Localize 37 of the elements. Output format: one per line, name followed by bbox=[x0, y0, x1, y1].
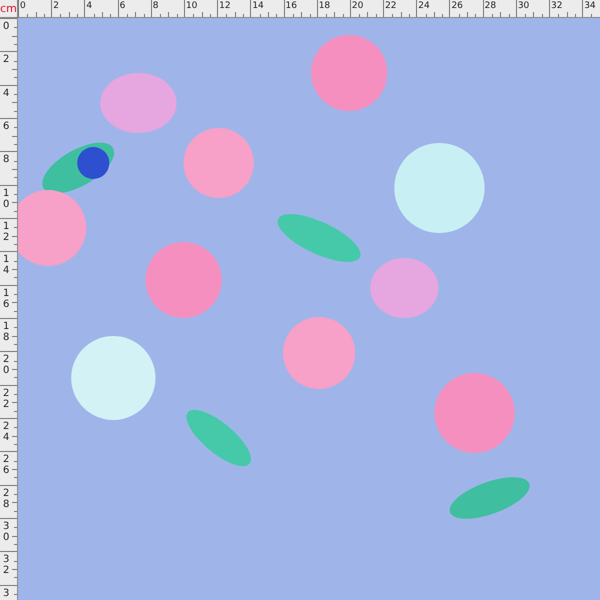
ruler-label: 16 bbox=[3, 288, 10, 310]
ruler-label: 26 bbox=[3, 454, 10, 476]
ruler-label: 20 bbox=[350, 0, 364, 12]
ruler-label: 2 bbox=[3, 54, 10, 66]
ruler-label: 22 bbox=[3, 388, 10, 410]
ruler-label: 12 bbox=[218, 0, 232, 12]
ruler-label: 14 bbox=[251, 0, 265, 12]
ruler-label: 10 bbox=[3, 188, 10, 210]
ruler-label: 0 bbox=[19, 0, 27, 12]
ruler-label: 18 bbox=[318, 0, 332, 12]
ruler-label: 3 bbox=[3, 588, 10, 599]
ruler-label: 22 bbox=[384, 0, 398, 12]
ruler-label: 4 bbox=[85, 0, 94, 12]
ruler-label: 0 bbox=[3, 21, 10, 32]
ruler-label: 30 bbox=[516, 0, 530, 12]
ruler-label: 16 bbox=[284, 0, 298, 12]
ruler-label: 2 bbox=[52, 0, 60, 12]
ruler-label: 32 bbox=[550, 0, 564, 12]
ruler-label: 30 bbox=[3, 520, 10, 543]
ruler-label: 26 bbox=[450, 0, 464, 12]
ruler-label: 4 bbox=[3, 88, 10, 99]
ruler-label: 8 bbox=[3, 154, 10, 166]
ruler-label: 10 bbox=[184, 0, 198, 12]
ruler-label: 12 bbox=[3, 220, 10, 243]
ruler-label: 6 bbox=[3, 120, 10, 132]
unit-label: cm bbox=[0, 3, 17, 14]
ruler-label: 6 bbox=[118, 0, 126, 12]
ruler-label: 8 bbox=[152, 0, 160, 12]
ruler-label: 20 bbox=[3, 354, 10, 376]
ruler-label: 28 bbox=[484, 0, 498, 12]
ruler-label: 32 bbox=[3, 554, 10, 576]
ruler-label: 24 bbox=[3, 420, 10, 443]
ruler-label: 18 bbox=[3, 320, 10, 343]
ruler-label: 14 bbox=[3, 254, 10, 276]
ruler-label: 28 bbox=[3, 488, 10, 510]
ruler-label: 34 bbox=[583, 0, 597, 12]
ruler-label: 24 bbox=[417, 0, 431, 12]
